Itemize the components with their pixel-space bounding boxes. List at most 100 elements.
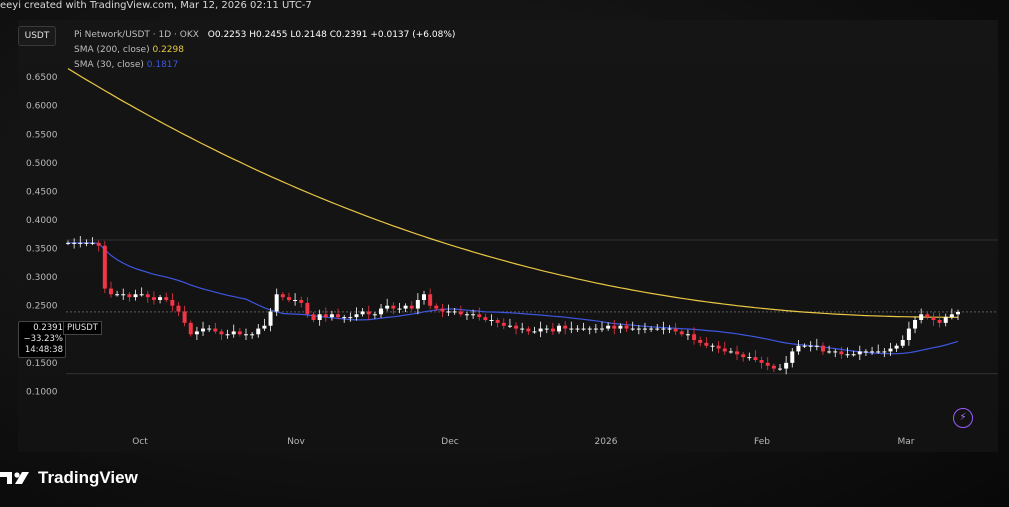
candle-body: [642, 328, 647, 330]
price-chart[interactable]: 0.6500 0.6000 0.5500 0.5000 0.4500 0.4000 0.35…: [18, 20, 998, 452]
candle-body: [194, 331, 199, 335]
candle-body: [820, 345, 825, 352]
candle-body: [759, 360, 764, 363]
legend-sma30-row[interactable]: SMA (30, close) 0.1817: [74, 58, 455, 73]
candle-body: [882, 351, 887, 353]
candle-body: [262, 325, 267, 329]
x-tick-label: Oct: [132, 437, 148, 447]
candle-body: [96, 242, 101, 246]
candle-body: [115, 294, 120, 296]
candle-body: [949, 314, 954, 318]
candle-body: [127, 294, 132, 298]
legend-sma200-row[interactable]: SMA (200, close) 0.2298: [74, 43, 455, 58]
candle-body: [434, 305, 439, 309]
candle-body: [808, 345, 813, 347]
sma200-line: [67, 68, 958, 318]
candle-body: [489, 320, 494, 321]
legend-sma200-label: SMA (200, close): [74, 45, 150, 55]
tradingview-logo-icon: [0, 472, 29, 484]
candle-body: [299, 300, 304, 303]
candle-body: [446, 311, 451, 313]
candle-body: [943, 317, 948, 323]
candle-body: [286, 297, 291, 300]
candle-body: [139, 294, 144, 296]
candle-body: [237, 331, 242, 335]
sma30-line: [68, 242, 959, 355]
candle-body: [452, 311, 457, 313]
candle-body: [90, 242, 95, 244]
candle-body: [507, 325, 512, 327]
candle-body: [845, 354, 850, 356]
chart-legend: Pi Network/USDT · 1D · OKX O0.2253 H0.24…: [74, 28, 455, 73]
candle-body: [188, 322, 193, 335]
current-price-box: 0.2391 −33.23% 14:48:38: [18, 321, 66, 358]
candle-body: [649, 328, 654, 330]
candle-body: [495, 320, 500, 323]
y-tick-label: 0.6000: [26, 102, 58, 112]
currency-unit-tag[interactable]: USDT: [18, 26, 56, 46]
candle-body: [587, 328, 592, 330]
candle-body: [158, 297, 163, 300]
candle-body: [557, 325, 562, 332]
y-tick-label: 0.4500: [26, 187, 58, 197]
legend-symbol-title: Pi Network/USDT · 1D · OKX: [74, 30, 199, 40]
candle-body: [906, 328, 911, 340]
candle-body: [164, 297, 169, 300]
x-tick-label: Feb: [754, 437, 770, 447]
chart-panel[interactable]: 0.6500 0.6000 0.5500 0.5000 0.4500 0.4000 0.35…: [18, 20, 998, 452]
candle-body: [839, 351, 844, 355]
symbol-tag: PIUSDT: [63, 321, 102, 335]
candle-body: [471, 314, 476, 316]
candle-body: [201, 328, 206, 332]
candle-body: [348, 317, 353, 319]
candle-body: [244, 334, 248, 336]
candle-body: [685, 334, 690, 336]
candle-body: [84, 242, 89, 244]
candle-body: [563, 325, 568, 329]
tradingview-brand[interactable]: TradingView: [0, 468, 138, 488]
candle-body: [379, 308, 384, 315]
candle-body: [876, 351, 881, 353]
candle-body: [458, 311, 463, 315]
candle-body: [698, 340, 703, 343]
candle-body: [323, 314, 328, 318]
legend-sma30-label: SMA (30, close): [74, 60, 144, 70]
candle-body: [108, 288, 113, 295]
candle-body: [520, 328, 525, 330]
candle-body: [66, 242, 70, 244]
candle-body: [771, 365, 776, 369]
y-tick-label: 0.2500: [26, 302, 58, 312]
candle-body: [182, 311, 187, 323]
candle-body: [207, 328, 212, 330]
candle-body: [102, 245, 107, 289]
candle-body: [422, 294, 426, 300]
candle-body: [937, 320, 942, 323]
y-tick-label: 0.3500: [26, 245, 58, 255]
x-tick-label: Mar: [898, 437, 915, 447]
candle-body: [624, 325, 629, 329]
x-tick-label: Dec: [441, 437, 458, 447]
candle-body: [728, 351, 733, 353]
candle-body: [311, 314, 316, 320]
candle-body: [612, 325, 617, 329]
candle-body: [354, 314, 359, 318]
candle-body: [630, 328, 635, 330]
candle-body: [655, 328, 660, 330]
candle-body: [956, 311, 960, 315]
candle-body: [851, 354, 856, 356]
candle-body: [600, 328, 604, 330]
candle-body: [483, 317, 488, 320]
candle-body: [293, 300, 298, 301]
candle-body: [366, 311, 371, 315]
candle-body: [256, 328, 261, 335]
candle-body: [575, 328, 580, 330]
candle-body: [72, 242, 77, 244]
candle-body: [280, 294, 285, 298]
candle-body: [403, 305, 408, 309]
brand-name: TradingView: [38, 468, 138, 487]
legend-sma200-value: 0.2298: [152, 45, 184, 55]
candle-body: [250, 334, 255, 336]
candle-body: [440, 308, 445, 312]
candle-body: [790, 351, 795, 363]
lightning-icon[interactable]: ⚡: [953, 408, 973, 428]
